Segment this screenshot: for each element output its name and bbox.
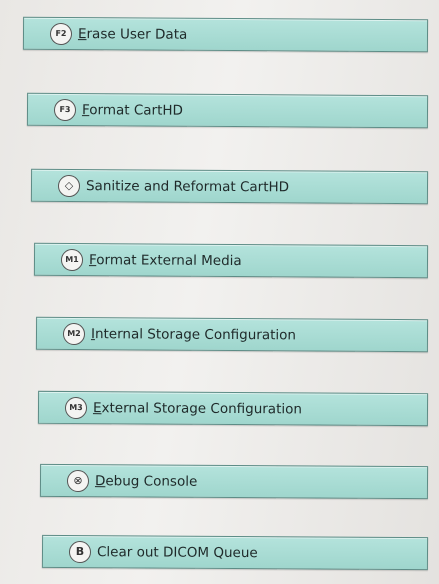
external-storage-config-label: External Storage Configuration <box>92 399 303 417</box>
circled-x-key-icon: ⊗ <box>66 469 90 492</box>
sanitize-reformat-label: Sanitize and Reformat CartHD <box>85 177 290 195</box>
diamond-key-icon: ◇ <box>57 174 81 197</box>
menu-button-sanitize-reformat-carthd[interactable]: ◇ Sanitize and Reformat CartHD <box>30 168 429 205</box>
menu-button-erase-user-data[interactable]: F2 Erase User Data <box>22 16 429 53</box>
format-external-media-label: Format External Media <box>88 251 242 269</box>
m2-key-icon: M2 <box>62 322 86 345</box>
debug-console-label: Debug Console <box>94 472 198 490</box>
menu-button-internal-storage-config[interactable]: M2 Internal Storage Configuration <box>35 316 429 353</box>
internal-storage-config-label: Internal Storage Configuration <box>90 325 297 343</box>
format-carthd-label: Format CartHD <box>81 101 184 119</box>
b-key-icon: B <box>68 540 92 563</box>
menu-button-clear-dicom-queue[interactable]: B Clear out DICOM Queue <box>41 534 429 571</box>
menu-button-format-external-media[interactable]: M1 Format External Media <box>33 242 429 279</box>
m3-key-icon: M3 <box>64 396 88 419</box>
clear-dicom-queue-label: Clear out DICOM Queue <box>96 543 258 561</box>
erase-user-data-label: Erase User Data <box>77 25 188 43</box>
m1-key-icon: M1 <box>60 248 84 271</box>
menu-button-format-carthd[interactable]: F3 Format CartHD <box>26 92 429 129</box>
f3-key-icon: F3 <box>53 98 77 121</box>
f2-key-icon: F2 <box>49 22 73 45</box>
menu-button-external-storage-config[interactable]: M3 External Storage Configuration <box>37 390 429 427</box>
menu-button-debug-console[interactable]: ⊗ Debug Console <box>39 463 429 500</box>
